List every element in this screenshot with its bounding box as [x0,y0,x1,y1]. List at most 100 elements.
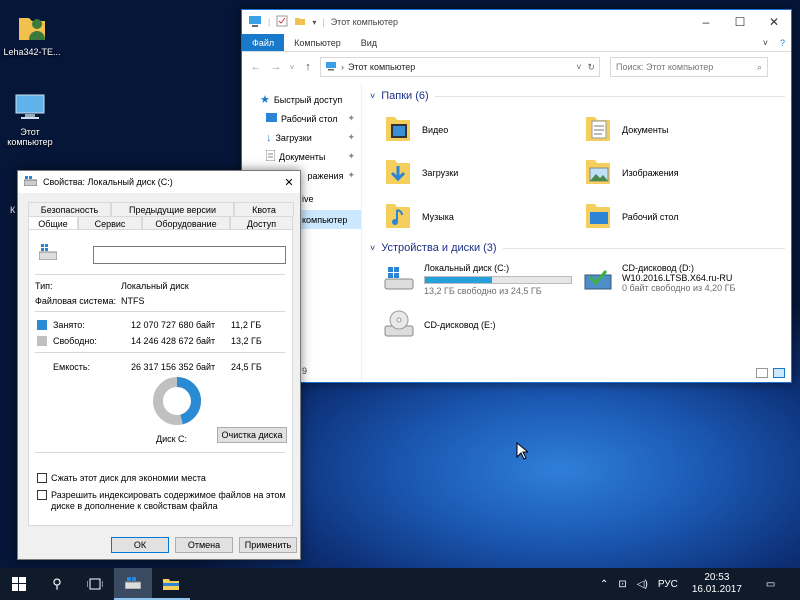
compress-label: Сжать этот диск для экономии места [51,473,206,483]
search-button[interactable]: ⚲ [38,568,76,600]
tab-security[interactable]: Безопасность [28,202,111,216]
address-path: Этот компьютер [348,62,416,72]
capacity-label: Емкость: [53,362,91,372]
user-folder-icon [15,10,49,44]
search-placeholder: Поиск: Этот компьютер [616,62,714,72]
folder-music[interactable]: Музыка [382,200,454,234]
capacity-bytes: 26 317 156 352 байт [131,362,216,372]
folder-label: Изображения [622,168,679,178]
taskbar: ⚲ ⌃ ⊡ ◁) РУС 20:53 16.01.2017 ▭ [0,568,800,600]
system-tray: ⌃ ⊡ ◁) РУС 20:53 16.01.2017 ▭ [600,568,775,600]
details-view-icon[interactable] [756,368,768,378]
tab-sharing[interactable]: Доступ [230,216,293,230]
keyboard-language[interactable]: РУС [658,579,678,590]
folder-pictures[interactable]: Изображения [582,156,679,190]
tab-quota[interactable]: Квота [234,202,294,216]
star-icon: ★ [260,94,270,106]
task-view-icon [87,578,103,590]
properties-icon[interactable] [276,15,288,29]
folder-downloads[interactable]: Загрузки [382,156,458,190]
pin-icon: ✦ [347,170,355,180]
desktop-icon-this-pc[interactable]: Этот компьютер [0,90,62,147]
chevron-up-icon[interactable]: ⌃ [600,579,608,590]
tab-general[interactable]: Общие [28,216,78,230]
folder-label: Загрузки [422,168,459,178]
tab-view[interactable]: Вид [351,34,387,51]
up-button[interactable]: ↑ [300,59,316,75]
free-bytes: 14 246 428 672 байт [131,336,216,346]
taskbar-explorer-app[interactable] [152,568,190,600]
nav-label: компьютер [302,214,348,225]
help-icon[interactable]: ? [774,34,791,51]
drive-c[interactable]: Локальный диск (C:) 13,2 ГБ свободно из … [382,263,572,297]
pin-icon: ✦ [347,132,355,142]
folder-video[interactable]: Видео [382,113,448,147]
index-label: Разрешить индексировать содержимое файло… [51,490,286,511]
search-input[interactable]: Поиск: Этот компьютер ⌕ [610,57,768,77]
refresh-icon[interactable]: ↻ [587,62,595,73]
tab-previous-versions[interactable]: Предыдущие версии [111,202,234,216]
folders-section-header[interactable]: ˅ Папки (6) [370,90,785,102]
clock[interactable]: 20:53 16.01.2017 [692,572,742,596]
desktop-icon-label: Этот компьютер [7,127,53,147]
folder-documents[interactable]: Документы [582,113,668,147]
drive-e[interactable]: CD-дисковод (E:) [382,308,496,342]
disk-cleanup-button[interactable]: Очистка диска [217,427,287,443]
drive-free-space: 0 байт свободно из 4,20 ГБ [622,283,736,293]
properties-dialog[interactable]: Свойства: Локальный диск (C:) ✕ Безопасн… [17,170,301,560]
hard-drive-icon [382,263,416,297]
used-label: Занято: [53,320,85,330]
large-icons-view-icon[interactable] [773,368,785,378]
dialog-titlebar[interactable]: Свойства: Локальный диск (C:) ✕ [18,171,300,193]
ribbon-expand-icon[interactable]: ˅ [757,34,774,51]
tabs-row-top: Безопасность Предыдущие версии Квота [28,202,294,216]
nav-documents[interactable]: Документы ✦ [242,147,361,166]
tab-tools[interactable]: Сервис [78,216,142,230]
forward-button[interactable]: → [268,59,284,75]
nav-downloads[interactable]: ↓ Загрузки ✦ [242,128,361,147]
volume-label-input[interactable] [93,246,286,264]
new-folder-icon[interactable] [294,15,306,29]
compress-checkbox[interactable] [37,473,47,483]
maximize-button[interactable]: ☐ [723,10,757,34]
nav-label: Загрузки [275,132,312,143]
drive-label: CD-дисковод (E:) [424,320,496,330]
drive-d[interactable]: CD-дисковод (D:) W10.2016.LTSB.X64.ru-RU… [582,263,735,297]
address-bar[interactable]: › Этот компьютер ˅ ↻ [320,57,600,77]
close-button[interactable]: ✕ [757,10,791,34]
volume-icon[interactable]: ◁) [637,579,648,590]
nav-quick-access[interactable]: ★ Быстрый доступ [242,90,361,109]
desktop-icon-user[interactable]: Leha342-TE... [0,10,64,57]
minimize-button[interactable]: – [689,10,723,34]
apply-button[interactable]: Применить [239,537,297,553]
chevron-down-icon[interactable]: ˅ [576,62,581,72]
task-view-button[interactable] [76,568,114,600]
network-icon[interactable]: ⊡ [618,579,626,590]
used-color-swatch [37,320,47,330]
ok-button[interactable]: ОК [111,537,169,553]
devices-section-header[interactable]: ˅ Устройства и диски (3) [370,242,785,254]
cd-drive-icon [382,308,416,342]
taskbar-properties-app[interactable] [114,568,152,600]
pin-icon: ✦ [347,113,355,123]
tab-computer[interactable]: Компьютер [284,34,351,51]
cancel-button[interactable]: Отмена [175,537,233,553]
start-button[interactable] [0,568,38,600]
recent-dropdown-icon[interactable]: ˅ [288,59,296,75]
folder-desktop[interactable]: Рабочий стол [582,200,679,234]
tab-file[interactable]: Файл [242,34,285,51]
nav-desktop[interactable]: Рабочий стол ✦ [242,109,361,128]
status-item-count: 9 [302,366,308,376]
close-button[interactable]: ✕ [278,176,300,189]
index-checkbox[interactable] [37,490,47,500]
filesystem-value: NTFS [121,296,145,306]
folder-label: Музыка [422,212,454,222]
drive-icon [38,244,58,262]
explorer-window[interactable]: | ▾ | Этот компьютер – ☐ ✕ Файл Компьюте… [241,9,792,383]
tab-hardware[interactable]: Оборудование [142,216,230,230]
back-button[interactable]: ← [248,59,264,75]
chevron-down-icon[interactable]: ▾ [312,18,316,27]
explorer-titlebar[interactable]: | ▾ | Этот компьютер – ☐ ✕ [242,10,791,34]
action-center-icon[interactable]: ▭ [766,579,775,590]
disk-label: Диск C: [156,434,188,444]
